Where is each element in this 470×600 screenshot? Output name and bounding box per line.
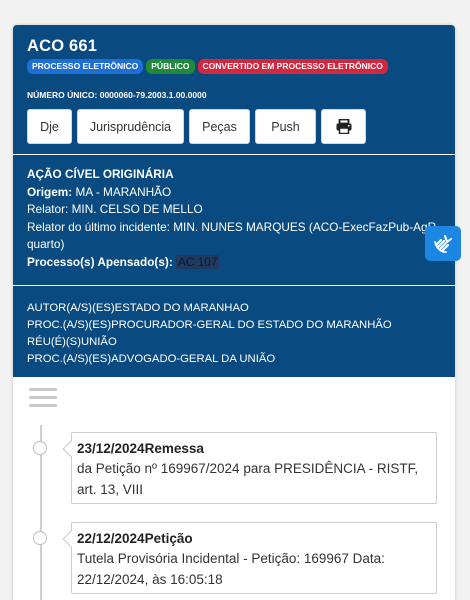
event-title: 22/12/2024Petição — [77, 531, 193, 546]
process-class: AÇÃO CÍVEL ORIGINÁRIA — [27, 167, 174, 181]
event-title: 23/12/2024Remessa — [77, 441, 204, 456]
badge-converted: CONVERTIDO EM PROCESSO ELETRÔNICO — [197, 59, 388, 74]
process-info: AÇÃO CÍVEL ORIGINÁRIA Origem: MA - MARAN… — [13, 155, 455, 285]
sign-language-hand-icon — [434, 234, 452, 253]
timeline-dot — [33, 531, 47, 545]
pecas-button[interactable]: Peças — [189, 109, 250, 144]
dje-button[interactable]: Dje — [27, 109, 72, 144]
printer-icon — [336, 119, 351, 134]
relator-ultimo-line: Relator do último incidente: MIN. NUNES … — [27, 219, 441, 252]
party-proc-reu: PROC.(A/S)(ES)ADVOGADO-GERAL DA UNIÃO — [27, 353, 276, 365]
apensado-line: Processo(s) Apensado(s): AC 107 — [27, 254, 441, 272]
apensado-link[interactable]: AC 107 — [176, 254, 220, 269]
push-button[interactable]: Push — [255, 109, 316, 144]
hamburger-menu-icon[interactable] — [29, 388, 57, 412]
relator-line: Relator: MIN. CELSO DE MELLO — [27, 202, 203, 216]
event-description: da Petição nº 169967/2024 para PRESIDÊNC… — [77, 461, 419, 497]
jurisprudencia-button[interactable]: Jurisprudência — [77, 109, 184, 144]
badge-row: PROCESSO ELETRÔNICO PÚBLICO CONVERTIDO E… — [27, 59, 441, 74]
party-reu: RÉU(É)(S)UNIÃO — [27, 336, 117, 348]
print-button[interactable] — [321, 109, 366, 144]
process-header: ACO 661 PROCESSO ELETRÔNICO PÚBLICO CONV… — [13, 25, 455, 154]
party-proc-autor: PROC.(A/S)(ES)PROCURADOR-GERAL DO ESTADO… — [27, 319, 392, 331]
event-description: Tutela Provisória Incidental - Petição: … — [77, 551, 385, 587]
parties-list: AUTOR(A/S)(ES)ESTADO DO MARANHAO PROC.(A… — [13, 286, 455, 377]
process-card: ACO 661 PROCESSO ELETRÔNICO PÚBLICO CONV… — [13, 25, 455, 600]
party-autor: AUTOR(A/S)(ES)ESTADO DO MARANHAO — [27, 302, 249, 314]
origem-label: Origem: — [27, 184, 73, 199]
process-title: ACO 661 — [27, 37, 98, 55]
action-buttons: Dje Jurisprudência Peças Push — [27, 109, 441, 144]
badge-electronic: PROCESSO ELETRÔNICO — [27, 59, 144, 74]
numero-unico: NÚMERO ÚNICO: 0000060-79.2003.1.00.0000 — [27, 90, 207, 100]
timeline-dot — [33, 441, 47, 455]
origem-line: Origem: MA - MARANHÃO — [27, 184, 441, 202]
accessibility-button[interactable] — [425, 226, 461, 261]
timeline-event[interactable]: 23/12/2024Remessa da Petição nº 169967/2… — [62, 432, 437, 504]
movements-timeline: 23/12/2024Remessa da Petição nº 169967/2… — [13, 377, 455, 600]
apensado-label: Processo(s) Apensado(s): — [27, 254, 173, 269]
timeline-event[interactable]: 22/12/2024Petição Tutela Provisória Inci… — [62, 522, 437, 594]
origem-value: MA - MARANHÃO — [75, 184, 172, 199]
badge-public: PÚBLICO — [146, 59, 195, 74]
